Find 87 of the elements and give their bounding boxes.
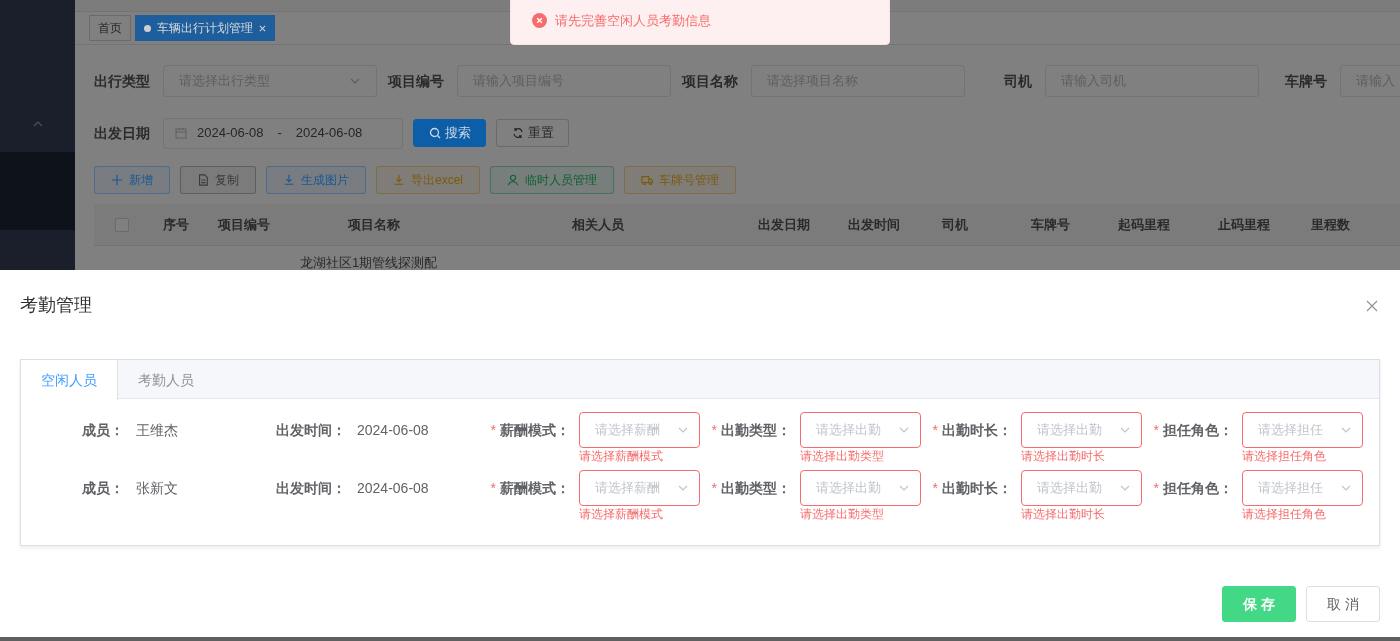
select-field[interactable]: 请选择薪酬 (579, 412, 700, 448)
close-icon[interactable] (1366, 299, 1378, 312)
column-header: 止码里程 (1218, 215, 1270, 234)
field-label: 出勤时长： (942, 420, 1012, 440)
toolbar-button[interactable]: 生成图片 (266, 165, 366, 194)
field-label: 担任角色： (1163, 420, 1233, 440)
save-button[interactable]: 保 存 (1222, 586, 1296, 622)
column-header: 车牌号 (1030, 215, 1070, 234)
cancel-button[interactable]: 取 消 (1306, 586, 1380, 622)
column-header: 项目编号 (218, 215, 270, 234)
required-asterisk: * (711, 420, 717, 440)
field-label: 成员： (82, 478, 125, 498)
field-label: 出勤时长： (942, 478, 1012, 498)
member-name: 王维杰 (136, 420, 179, 440)
dialog-tab[interactable]: 考勤人员 (118, 360, 214, 400)
error-message: 请选择出勤时长 (1021, 506, 1106, 523)
error-message: 请选择出勤类型 (800, 506, 885, 523)
field-label: 担任角色： (1163, 478, 1233, 498)
field-label: 成员： (82, 420, 125, 440)
select-field[interactable]: 请选择薪酬 (579, 470, 700, 506)
select-field[interactable]: 请选择出勤 (1021, 412, 1142, 448)
member-name: 张新文 (136, 478, 179, 498)
column-header: 出发日期 (758, 215, 810, 234)
toolbar-button[interactable]: 车牌号管理 (624, 165, 736, 194)
toolbar-button[interactable]: 新增 (94, 165, 170, 194)
search-button[interactable]: 搜索 (413, 119, 486, 147)
field-label: 出发时间： (276, 478, 347, 498)
required-asterisk: * (490, 478, 496, 498)
required-asterisk: * (932, 420, 938, 440)
search-icon (428, 127, 441, 139)
error-message: 请选择薪酬模式 (579, 448, 664, 465)
table-cell: 龙湖社区1期管线探测配 (300, 256, 438, 270)
column-header: 相关人员 (572, 215, 624, 234)
required-asterisk: * (932, 478, 938, 498)
column-header: 出发时间 (848, 215, 900, 234)
error-message: 请选择担任角色 (1242, 448, 1327, 465)
column-header: 序号 (163, 215, 189, 234)
toolbar-button[interactable]: 临时人员管理 (490, 165, 614, 194)
field-label: 薪酬模式： (500, 478, 570, 498)
error-icon (532, 13, 547, 28)
dialog-title: 考勤管理 (20, 294, 92, 317)
error-message: 请选择担任角色 (1242, 506, 1327, 523)
required-asterisk: * (490, 420, 496, 440)
error-message: 请选择出勤类型 (800, 448, 885, 465)
select-field[interactable]: 请选择出勤 (1021, 470, 1142, 506)
toolbar-button[interactable]: 复制 (180, 165, 256, 194)
plus-icon (111, 173, 123, 186)
column-header: 起码里程 (1118, 215, 1170, 234)
filter-label: 出发日期 (94, 123, 150, 143)
download-icon (393, 173, 405, 186)
filter-label: 项目编号 (388, 71, 444, 91)
document-icon (197, 173, 209, 186)
reset-button[interactable]: 重置 (496, 119, 569, 147)
filter-label: 项目名称 (682, 71, 738, 91)
field-label: 出发时间： (276, 420, 347, 440)
dialog-tab[interactable]: 空闲人员 (21, 360, 118, 400)
select-field[interactable]: 请选择担任 (1242, 412, 1363, 448)
required-asterisk: * (1153, 478, 1159, 498)
column-header: 里程数 (1310, 215, 1350, 234)
download-icon (283, 173, 295, 186)
field-label: 出勤类型： (721, 420, 791, 440)
date-value: 2024-06-08 (357, 478, 430, 498)
toast-message: 请先完善空闲人员考勤信息 (555, 11, 711, 30)
filter-label: 司机 (1004, 71, 1032, 91)
toolbar-button[interactable]: 导出excel (376, 165, 480, 194)
select-field[interactable]: 请选择担任 (1242, 470, 1363, 506)
select-field[interactable]: 请选择出勤 (800, 470, 921, 506)
error-message: 请选择薪酬模式 (579, 506, 664, 523)
filter-label: 车牌号 (1285, 71, 1327, 91)
column-header: 项目名称 (348, 215, 400, 234)
field-label: 薪酬模式： (500, 420, 570, 440)
date-value: 2024-06-08 (357, 420, 430, 440)
page-tab[interactable]: 首页 (89, 15, 131, 41)
refresh-icon (511, 127, 524, 139)
select-field[interactable]: 请选择出勤 (800, 412, 921, 448)
required-asterisk: * (711, 478, 717, 498)
user-icon (507, 173, 519, 186)
filter-label: 出行类型 (94, 71, 150, 91)
close-icon[interactable] (259, 24, 266, 32)
required-asterisk: * (1153, 420, 1159, 440)
truck-icon (641, 173, 653, 186)
column-header: 司机 (942, 215, 968, 234)
page-tab[interactable]: 车辆出行计划管理 (135, 15, 275, 41)
calendar-icon (175, 127, 187, 139)
date-range-field[interactable]: 2024-06-08 - 2024-06-08 (163, 117, 403, 149)
error-message: 请选择出勤时长 (1021, 448, 1106, 465)
field-label: 出勤类型： (721, 478, 791, 498)
